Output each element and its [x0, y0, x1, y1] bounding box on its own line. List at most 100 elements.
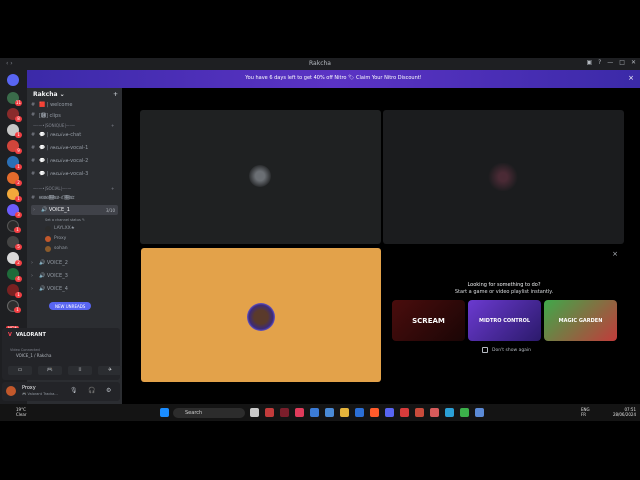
microphone-icon[interactable]: 🎙	[70, 387, 78, 394]
voice-user[interactable]: LAYLXX★	[45, 224, 75, 233]
dont-show-again-checkbox[interactable]: Don't show again	[482, 347, 531, 353]
server-icon[interactable]: 2	[7, 172, 22, 186]
server-icon[interactable]: 2	[7, 252, 22, 266]
server-header[interactable]: Rakcha ⌄ +	[27, 88, 122, 100]
nitro-banner: You have 6 days left to get 40% off Nitr…	[27, 70, 640, 88]
chevron-right-icon: ›	[31, 260, 33, 266]
hash-icon: #	[31, 132, 36, 138]
server-icon[interactable]: 1	[7, 220, 21, 233]
close-window-icon[interactable]: ✕	[631, 59, 636, 66]
avatar[interactable]	[6, 386, 16, 396]
discord-taskbar-icon[interactable]	[385, 408, 394, 417]
hash-icon: #	[31, 102, 36, 108]
taskbar-app-icon[interactable]	[250, 408, 259, 417]
channel-label: 💬 | 𝘳𝘦𝘴𝘶𝘪𝘷𝘦-vocal-2	[39, 158, 89, 164]
checkbox-icon	[482, 347, 488, 353]
taskbar-app-icon[interactable]	[325, 408, 334, 417]
taskbar-app-icon[interactable]	[295, 408, 304, 417]
taskbar-app-icon[interactable]	[355, 408, 364, 417]
channel-label: 💬 | 𝘳𝘦𝘴𝘶𝘪𝘷𝘦-vocal-1	[39, 145, 89, 151]
banner-close-icon[interactable]: ×	[628, 74, 634, 82]
channel-item[interactable]: # 💬 | 𝘳𝘦𝘴𝘶𝘪𝘷𝘦-chat	[31, 130, 81, 140]
avatar	[45, 225, 51, 232]
file-explorer-icon[interactable]	[340, 408, 349, 417]
user-panel: Proxy 🎮 Valorant Tracka... 🎙 🎧 ⚙	[2, 382, 120, 401]
language-indicator[interactable]: ENG FR	[581, 407, 590, 417]
soundboard-button[interactable]: ✈	[98, 366, 122, 375]
gear-icon[interactable]: ⚙	[106, 387, 111, 394]
taskbar-app-icon[interactable]	[265, 408, 274, 417]
channel-item[interactable]: # 🟥 | welcome	[31, 100, 72, 110]
taskbar-app-icon[interactable]	[430, 408, 439, 417]
activity-card-control[interactable]: MIDTRO CONTROL	[468, 300, 541, 341]
category-header[interactable]: —·—•|SONIQUE|—·— +	[33, 123, 114, 128]
help-icon[interactable]: ?	[598, 59, 601, 66]
server-icon[interactable]: 1	[7, 124, 22, 138]
taskbar-app-icon[interactable]	[445, 408, 454, 417]
server-icon[interactable]: 4	[7, 268, 22, 282]
invite-icon[interactable]: +	[113, 91, 118, 98]
video-tile-speaking[interactable]	[141, 248, 381, 382]
taskbar-app-icon[interactable]	[475, 408, 484, 417]
taskbar-app-icon[interactable]	[400, 408, 409, 417]
server-icon[interactable]: 11	[7, 92, 22, 106]
voice-channel-item[interactable]: › 🔊 VOICE_3	[31, 271, 68, 281]
taskbar-app-icon[interactable]	[280, 408, 289, 417]
channel-item[interactable]: # 💬 | 𝘳𝘦𝘴𝘶𝘪𝘷𝘦-vocal-2	[31, 156, 88, 166]
video-tile[interactable]	[140, 110, 381, 244]
voice-user[interactable]: Proxy	[45, 234, 66, 243]
activity-card-magic-garden[interactable]: MAGIC GARDEN	[544, 300, 617, 341]
taskbar-app-icon[interactable]	[460, 408, 469, 417]
server-icon[interactable]: 1	[7, 300, 21, 313]
maximize-icon[interactable]: □	[619, 59, 625, 66]
headphones-icon[interactable]: 🎧	[88, 387, 95, 394]
inbox-icon[interactable]: ▣	[586, 59, 592, 66]
activity-button[interactable]: ⁞⁞	[68, 366, 92, 375]
minimize-icon[interactable]: —	[607, 59, 613, 66]
hash-icon: #	[31, 158, 36, 164]
video-tile[interactable]	[383, 110, 624, 244]
voice-location[interactable]: VOICE_1 / Rakcha	[16, 353, 51, 358]
voice-user-count: 3/10	[106, 207, 115, 213]
activity-card-scream[interactable]: SCREAM	[392, 300, 465, 341]
close-icon[interactable]: ×	[612, 250, 618, 258]
voice-channel-voice-1[interactable]: › 🔊 VOICE_1 3/10	[31, 205, 118, 215]
server-icon[interactable]: 1	[7, 284, 22, 298]
category-header[interactable]: —·—•|SOCIAL|—·— +	[33, 186, 114, 191]
voice-buttons: ▭ 🎮 ⁞⁞ ✈	[8, 366, 122, 375]
channel-label: 💬 | 𝘳𝘦𝘴𝘶𝘪𝘷𝘦-chat	[39, 132, 82, 138]
chevron-right-icon: ›	[33, 207, 35, 213]
voice-channel-status[interactable]: Set a channel status ✎	[45, 215, 85, 224]
server-icon[interactable]: 1	[7, 156, 22, 170]
nitro-banner-message[interactable]: You have 6 days left to get 40% off Nitr…	[27, 75, 640, 81]
voice-status: Video Connected	[10, 348, 40, 352]
screen: ‹ › Rakcha ▣ ? — □ ✕ You have 6 days lef…	[0, 0, 640, 480]
channel-general-chat[interactable]: # 𝔊𝔈𝔑𝔈𝔕𝔄𝔏-ℭ𝔋𝔄𝔗	[31, 193, 74, 203]
taskbar-clock[interactable]: 07:51 28/06/2024	[613, 407, 636, 417]
server-icon[interactable]: 8	[7, 108, 22, 122]
weather-widget[interactable]: 19°C Clear	[6, 407, 26, 417]
channel-item[interactable]: # 💬 | 𝘳𝘦𝘴𝘶𝘪𝘷𝘦-vocal-3	[31, 169, 88, 179]
channel-item[interactable]: # 💬 | 𝘳𝘦𝘴𝘶𝘪𝘷𝘦-vocal-1	[31, 143, 88, 153]
taskbar-app-icon[interactable]	[310, 408, 319, 417]
channel-item[interactable]: # [🅴] clips	[31, 110, 61, 120]
voice-channel-label: 🔊 VOICE_4	[39, 286, 68, 292]
taskbar-app-icon[interactable]	[370, 408, 379, 417]
new-unreads-pill[interactable]: NEW UNREADS	[49, 302, 92, 310]
server-icon[interactable]: 9	[7, 140, 22, 154]
screen-share-button[interactable]: 🎮	[38, 366, 62, 375]
windows-start-icon[interactable]	[160, 408, 169, 417]
voice-user[interactable]: sohan	[45, 244, 68, 253]
camera-button[interactable]: ▭	[8, 366, 32, 375]
voice-channel-item[interactable]: › 🔊 VOICE_2	[31, 258, 68, 268]
server-icon[interactable]: 5	[7, 236, 22, 250]
discord-app: ‹ › Rakcha ▣ ? — □ ✕ You have 6 days lef…	[0, 58, 640, 404]
channel-label: [🅴] clips	[39, 112, 61, 119]
server-icon[interactable]: 1	[7, 188, 22, 202]
taskbar-app-icon[interactable]	[415, 408, 424, 417]
taskbar-search[interactable]: Search	[173, 408, 245, 418]
chevron-right-icon: ›	[31, 273, 33, 279]
discord-home-icon[interactable]	[7, 74, 19, 86]
server-icon[interactable]: 3	[7, 204, 22, 218]
voice-channel-item[interactable]: › 🔊 VOICE_4	[31, 284, 68, 294]
